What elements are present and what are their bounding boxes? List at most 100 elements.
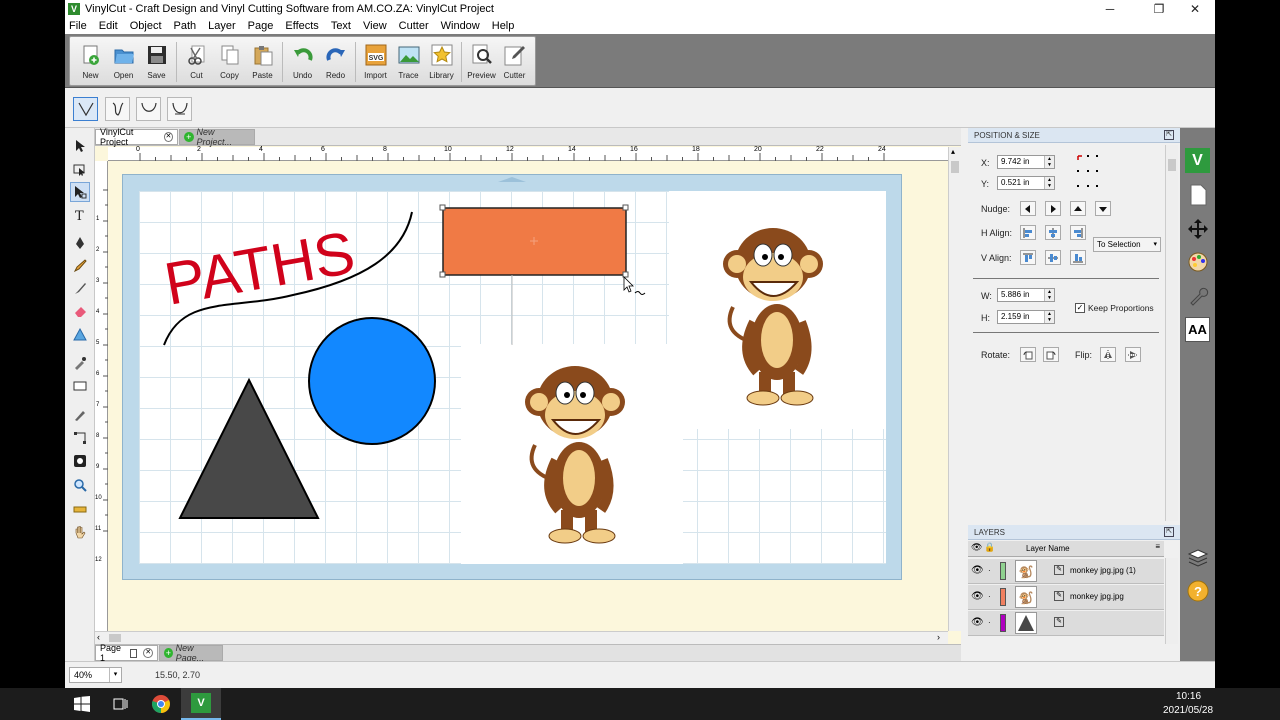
menu-layer[interactable]: Layer xyxy=(208,20,236,32)
unlock-dot[interactable]: · xyxy=(988,592,991,601)
close-tab-icon[interactable]: ✕ xyxy=(163,132,173,142)
tab-vinylcut-project[interactable]: VinylCut Project ✕ xyxy=(95,127,178,147)
nudge-right-button[interactable] xyxy=(1045,201,1061,216)
align-center-h-button[interactable] xyxy=(1045,225,1061,240)
connect-tool[interactable] xyxy=(70,428,90,448)
tab-new-project[interactable]: + New Project... xyxy=(179,127,255,147)
pencil-tool[interactable] xyxy=(70,256,90,276)
horizontal-scroll-thumb[interactable] xyxy=(109,634,121,642)
anchor-point-grid[interactable] xyxy=(1076,154,1116,192)
smooth-node-button[interactable] xyxy=(105,97,130,121)
chrome-icon[interactable] xyxy=(141,688,181,720)
rotate-left-button[interactable] xyxy=(1020,347,1036,362)
y-field[interactable]: 0.521 in ▲ ▼ xyxy=(997,176,1055,190)
tab-page-1[interactable]: Page 1 ✕ xyxy=(95,643,158,663)
layer-menu-icon[interactable]: ≡ xyxy=(1155,542,1160,551)
stepper-arrows-icon[interactable]: ▲ ▼ xyxy=(1044,289,1054,301)
scroll-right-icon[interactable]: › xyxy=(937,632,940,642)
x-field[interactable]: 9.742 in ▲ ▼ xyxy=(997,155,1055,169)
align-center-v-button[interactable] xyxy=(1045,250,1061,265)
menu-view[interactable]: View xyxy=(363,20,387,32)
knife-tool[interactable] xyxy=(70,405,90,425)
task-view-icon[interactable] xyxy=(101,688,141,720)
library-button[interactable]: Library xyxy=(425,37,458,87)
vertical-scrollbar[interactable]: ▴ xyxy=(948,147,961,631)
menu-page[interactable]: Page xyxy=(248,20,274,32)
symmetric-node-button[interactable] xyxy=(136,97,161,121)
rotate-right-button[interactable] xyxy=(1043,347,1059,362)
layer-color-swatch[interactable] xyxy=(1000,562,1006,580)
unlock-dot[interactable]: · xyxy=(988,618,991,627)
align-top-button[interactable] xyxy=(1020,250,1036,265)
menu-file[interactable]: File xyxy=(69,20,87,32)
eye-icon[interactable]: 👁 xyxy=(971,617,984,628)
eye-icon[interactable]: 👁 xyxy=(971,565,984,576)
nudge-down-button[interactable] xyxy=(1095,201,1111,216)
pen-tool[interactable] xyxy=(70,233,90,253)
text-panel-icon[interactable]: AA xyxy=(1185,317,1210,342)
menu-object[interactable]: Object xyxy=(130,20,162,32)
keep-proportions-checkbox[interactable]: ✓ xyxy=(1075,303,1085,313)
vertical-scroll-thumb[interactable] xyxy=(951,161,959,173)
dark-triangle[interactable] xyxy=(178,377,320,519)
blue-circle[interactable] xyxy=(308,317,436,445)
design-canvas[interactable]: PATHS xyxy=(108,161,946,631)
dock-icon[interactable]: ⇱ xyxy=(1164,130,1174,140)
move-panel-icon[interactable] xyxy=(1185,216,1210,241)
monkey-image-2[interactable] xyxy=(723,228,823,406)
align-left-button[interactable] xyxy=(1020,225,1036,240)
save-button[interactable]: Save xyxy=(140,37,173,87)
wrench-icon[interactable] xyxy=(1185,283,1210,308)
close-page-icon[interactable]: ✕ xyxy=(143,648,153,658)
undo-button[interactable]: Undo xyxy=(286,37,319,87)
align-bottom-button[interactable] xyxy=(1070,250,1086,265)
align-right-button[interactable] xyxy=(1070,225,1086,240)
preview-button[interactable]: Preview xyxy=(465,37,498,87)
select-tool[interactable] xyxy=(70,136,90,156)
flip-vertical-button[interactable] xyxy=(1125,347,1141,362)
menu-help[interactable]: Help xyxy=(492,20,515,32)
layer-row[interactable]: 👁 · ✎ xyxy=(968,611,1164,636)
paste-button[interactable]: Paste xyxy=(246,37,279,87)
windows-start-icon[interactable] xyxy=(62,688,102,720)
zoom-select[interactable]: 40% ▾ xyxy=(69,667,122,683)
paths-text[interactable]: PATHS xyxy=(160,219,360,318)
layer-row[interactable]: 👁 · 🐒 ✎ monkey jpg.jpg xyxy=(968,585,1164,610)
menu-edit[interactable]: Edit xyxy=(99,20,118,32)
new-button[interactable]: New xyxy=(74,37,107,87)
menu-cutter[interactable]: Cutter xyxy=(399,20,429,32)
rectangle-tool[interactable] xyxy=(70,376,90,396)
menu-path[interactable]: Path xyxy=(174,20,197,32)
redo-button[interactable]: Redo xyxy=(319,37,352,87)
transform-tool[interactable] xyxy=(70,182,90,202)
page-panel-icon[interactable] xyxy=(1185,182,1210,207)
corner-node-button[interactable] xyxy=(73,97,98,121)
import-button[interactable]: SVG Import xyxy=(359,37,392,87)
node-edit-tool[interactable] xyxy=(70,159,90,179)
layer-row[interactable]: 👁 · 🐒 ✎ monkey jpg.jpg (1) xyxy=(968,559,1164,584)
eyedropper-tool[interactable] xyxy=(70,353,90,373)
cutter-button[interactable]: Cutter xyxy=(498,37,531,87)
unlock-dot[interactable]: · xyxy=(988,566,991,575)
layer-color-swatch[interactable] xyxy=(1000,588,1006,606)
vinylcut-panel-icon[interactable]: V xyxy=(1185,148,1210,173)
close-button[interactable]: ✕ xyxy=(1178,0,1212,18)
pan-tool[interactable] xyxy=(70,522,90,542)
color-palette-icon[interactable] xyxy=(1185,249,1210,274)
cut-button[interactable]: Cut xyxy=(180,37,213,87)
zoom-tool[interactable] xyxy=(70,475,90,495)
text-tool[interactable]: T xyxy=(70,205,90,225)
panel-scrollbar[interactable] xyxy=(1165,145,1178,521)
stepper-arrows-icon[interactable]: ▲ ▼ xyxy=(1044,177,1054,189)
stepper-arrows-icon[interactable]: ▲ ▼ xyxy=(1044,311,1054,323)
height-field[interactable]: 2.159 in ▲ ▼ xyxy=(997,310,1055,324)
open-button[interactable]: Open xyxy=(107,37,140,87)
flip-horizontal-button[interactable] xyxy=(1100,347,1116,362)
layer-color-swatch[interactable] xyxy=(1000,614,1006,632)
maximize-button[interactable]: ❐ xyxy=(1142,0,1176,18)
minimize-button[interactable]: ─ xyxy=(1093,0,1127,18)
dock-icon[interactable]: ⇱ xyxy=(1164,527,1174,537)
copy-button[interactable]: Copy xyxy=(213,37,246,87)
nudge-up-button[interactable] xyxy=(1070,201,1086,216)
panel-scroll-thumb[interactable] xyxy=(1168,159,1176,171)
